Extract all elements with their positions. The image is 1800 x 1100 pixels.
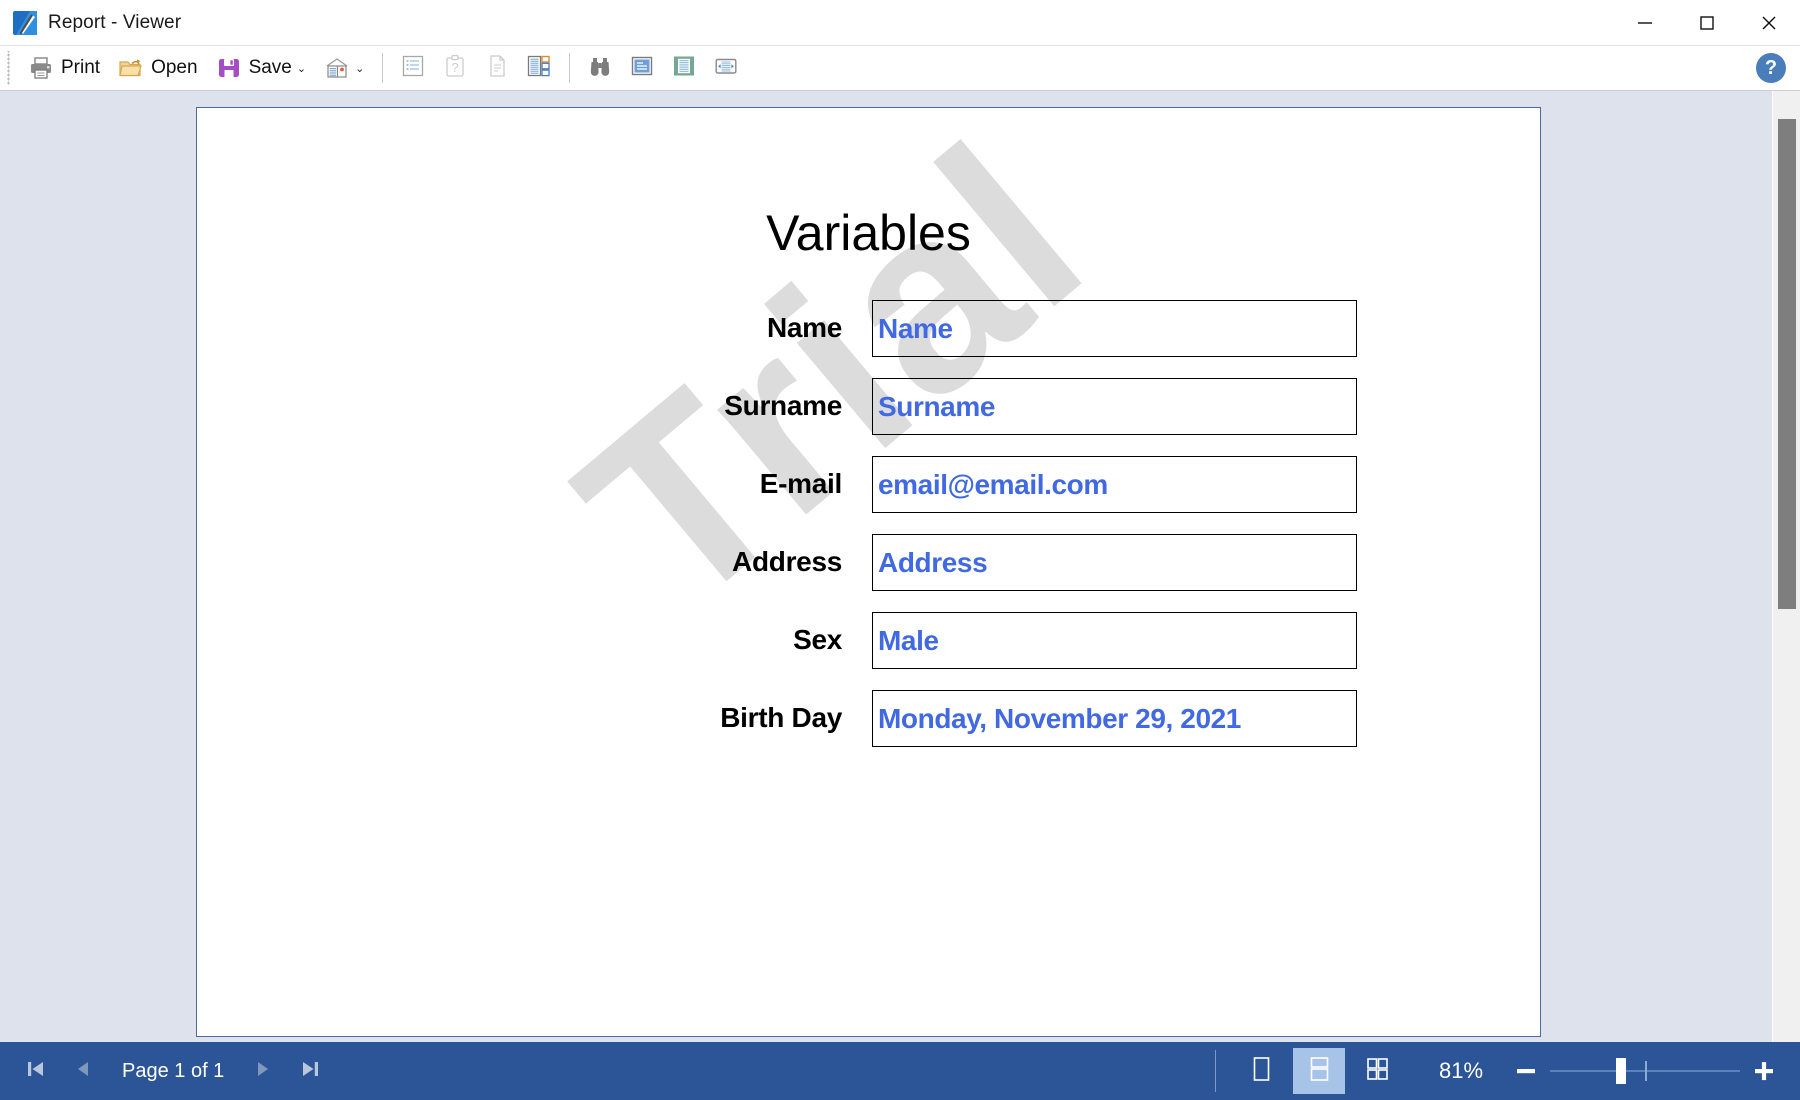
document-pages-icon (484, 53, 510, 84)
title-bar-left: Report - Viewer (0, 10, 181, 36)
form-row-sex: Sex Male (197, 612, 1540, 690)
field-box-sex[interactable]: Male (872, 612, 1357, 669)
field-value-birthday: Monday, November 29, 2021 (878, 702, 1241, 734)
zoom-slider-thumb[interactable] (1616, 1058, 1626, 1084)
last-page-button[interactable] (286, 1047, 334, 1095)
document-info-button[interactable] (478, 49, 516, 87)
field-value-email: email@email.com (878, 468, 1108, 500)
open-label: Open (151, 57, 198, 78)
toolbar-drag-handle[interactable] (6, 51, 13, 85)
first-page-icon (22, 1055, 50, 1088)
zoom-slider-center-tick (1645, 1061, 1647, 1081)
field-value-sex: Male (878, 624, 939, 656)
zoom-in-button[interactable] (1746, 1053, 1782, 1089)
previous-page-button[interactable] (60, 1047, 108, 1095)
minimize-button[interactable] (1614, 0, 1676, 45)
form-row-birthday: Birth Day Monday, November 29, 2021 (197, 690, 1540, 768)
help-button[interactable]: ? (1756, 53, 1786, 83)
field-label-name: Name (766, 312, 842, 343)
form-row-surname: Surname Surname (197, 378, 1540, 456)
page-width-icon (713, 53, 739, 84)
field-value-surname: Surname (878, 390, 996, 422)
zoom-out-button[interactable] (1508, 1053, 1544, 1089)
field-value-address: Address (878, 546, 988, 578)
document-viewer: Trial Variables Name Name Surname Surnam… (0, 91, 1800, 1042)
toolbar-separator-2 (569, 53, 571, 83)
parameters-button[interactable]: ? (436, 49, 474, 87)
maximize-button[interactable] (1676, 0, 1738, 45)
variables-form: Name Name Surname Surname E-mail email@e… (197, 300, 1540, 768)
last-page-icon (296, 1055, 324, 1088)
bookmarks-button[interactable] (394, 49, 432, 87)
field-box-birthday[interactable]: Monday, November 29, 2021 (872, 690, 1357, 747)
report-viewer-app-icon (12, 10, 38, 36)
page-view-icon (629, 53, 655, 84)
continuous-pages-icon (1302, 1052, 1336, 1091)
form-row-name: Name Name (197, 300, 1540, 378)
field-label-sex: Sex (793, 624, 842, 655)
page-active-button[interactable] (665, 49, 703, 87)
thumbnails-button[interactable] (520, 49, 558, 87)
multiple-pages-icon (1360, 1052, 1394, 1091)
vertical-scrollbar[interactable] (1772, 91, 1800, 1042)
previous-page-icon (70, 1055, 98, 1088)
printer-icon (28, 55, 54, 81)
page-width-button[interactable] (707, 49, 745, 87)
report-viewer-window: Report - Viewer Print Open Save ⌄ ⌄ ? ? … (0, 0, 1800, 1100)
field-label-email: E-mail (759, 468, 843, 499)
toolbar: Print Open Save ⌄ ⌄ ? ? (0, 45, 1800, 91)
single-page-icon (1244, 1052, 1278, 1091)
vertical-scrollbar-thumb[interactable] (1778, 119, 1796, 609)
page-view-button[interactable] (623, 49, 661, 87)
page-title: Variables (766, 205, 971, 261)
field-label-address: Address (732, 546, 842, 577)
next-page-button[interactable] (238, 1047, 286, 1095)
status-bar-right: 81% (1199, 1042, 1800, 1100)
field-box-address[interactable]: Address (872, 534, 1357, 591)
view-mode-single-button[interactable] (1235, 1048, 1287, 1094)
form-row-address: Address Address (197, 534, 1540, 612)
clipboard-question-icon: ? (442, 53, 468, 84)
field-box-name[interactable]: Name (872, 300, 1357, 357)
svg-text:?: ? (452, 60, 459, 75)
bookmarks-icon (400, 53, 426, 84)
toolbar-separator (382, 53, 384, 83)
window-title: Report - Viewer (48, 11, 182, 33)
field-box-email[interactable]: email@email.com (872, 456, 1357, 513)
form-row-email: E-mail email@email.com (197, 456, 1540, 534)
status-separator (1215, 1050, 1216, 1092)
page-active-icon (671, 53, 697, 84)
save-label: Save (248, 57, 292, 78)
folder-open-icon (118, 55, 144, 81)
save-button[interactable]: Save ⌄ (207, 49, 316, 87)
page-setup-icon (324, 55, 350, 81)
view-mode-continuous-button[interactable] (1293, 1048, 1345, 1094)
viewer-canvas[interactable]: Trial Variables Name Name Surname Surnam… (0, 91, 1772, 1042)
close-button[interactable] (1738, 0, 1800, 45)
zoom-slider[interactable] (1550, 1053, 1740, 1089)
print-button[interactable]: Print (19, 49, 109, 87)
find-button[interactable] (581, 49, 619, 87)
zoom-level-label: 81% (1438, 1058, 1484, 1083)
field-label-surname: Surname (724, 390, 842, 421)
status-bar: Page 1 of 1 81% (0, 1042, 1800, 1100)
binoculars-find-icon (587, 53, 613, 84)
first-page-button[interactable] (12, 1047, 60, 1095)
field-box-surname[interactable]: Surname (872, 378, 1357, 435)
thumbnails-icon (526, 53, 552, 84)
chevron-down-icon[interactable]: ⌄ (297, 62, 306, 75)
page-indicator: Page 1 of 1 (122, 1059, 225, 1082)
next-page-icon (248, 1055, 276, 1088)
open-button[interactable]: Open (109, 49, 206, 87)
view-mode-multiple-button[interactable] (1351, 1048, 1403, 1094)
page-setup-chevron-down-icon[interactable]: ⌄ (355, 62, 364, 75)
title-bar: Report - Viewer (0, 0, 1800, 45)
print-label: Print (61, 57, 101, 78)
window-controls (1614, 0, 1800, 45)
field-value-name: Name (878, 312, 953, 344)
report-page: Trial Variables Name Name Surname Surnam… (196, 107, 1541, 1037)
page-setup-button[interactable]: ⌄ (315, 49, 373, 87)
floppy-save-icon (216, 55, 242, 81)
field-label-birthday: Birth Day (720, 702, 842, 733)
